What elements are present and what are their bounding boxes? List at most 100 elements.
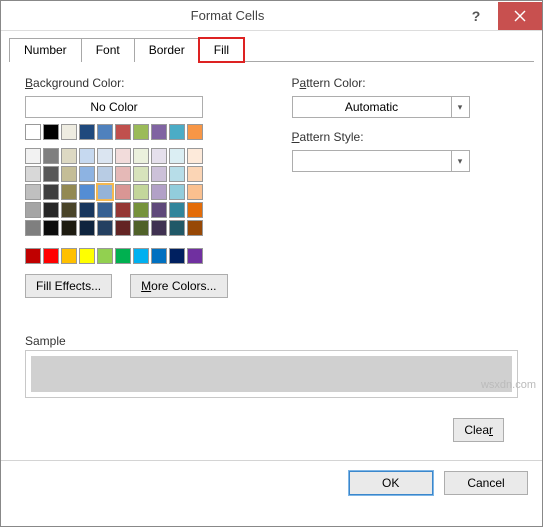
color-swatch[interactable] [61,148,77,164]
pattern-color-dropdown[interactable]: Automatic ▾ [292,96,470,118]
tab-border[interactable]: Border [134,38,200,62]
tab-fill[interactable]: Fill [199,38,244,62]
color-swatch[interactable] [151,202,167,218]
color-swatch[interactable] [61,220,77,236]
color-swatch[interactable] [151,124,167,140]
color-swatch[interactable] [43,184,59,200]
color-swatch[interactable] [169,124,185,140]
content-area: Number Font Border Fill Background Backg… [1,31,542,452]
color-swatch[interactable] [151,248,167,264]
more-colors-button[interactable]: More ColorsMore Colors...... [130,274,227,298]
color-swatch[interactable] [79,166,95,182]
color-swatch[interactable] [61,166,77,182]
color-swatch[interactable] [25,248,41,264]
color-swatch[interactable] [43,220,59,236]
theme-color-grid [25,124,228,264]
color-swatch[interactable] [169,220,185,236]
close-button[interactable] [498,2,542,30]
color-swatch[interactable] [151,220,167,236]
dialog-window: Format Cells ? Number Font Border Fill B… [0,0,543,527]
color-swatch[interactable] [97,124,113,140]
color-swatch[interactable] [187,202,203,218]
color-swatch[interactable] [97,202,113,218]
color-swatch[interactable] [97,184,113,200]
color-swatch[interactable] [169,148,185,164]
clear-button[interactable]: ClearClear [453,418,504,442]
color-swatch[interactable] [115,166,131,182]
color-swatch[interactable] [151,184,167,200]
color-swatch[interactable] [43,248,59,264]
color-swatch[interactable] [25,148,41,164]
color-swatch[interactable] [133,184,149,200]
color-swatch[interactable] [25,220,41,236]
color-swatch[interactable] [43,124,59,140]
color-swatch[interactable] [115,248,131,264]
titlebar: Format Cells ? [1,1,542,31]
background-color-section: Background Background Color:Color: No Co… [25,76,228,298]
color-swatch[interactable] [133,166,149,182]
color-swatch[interactable] [115,202,131,218]
color-swatch[interactable] [151,148,167,164]
color-swatch[interactable] [169,166,185,182]
color-swatch[interactable] [187,184,203,200]
color-swatch[interactable] [187,148,203,164]
color-swatch[interactable] [133,202,149,218]
tab-font[interactable]: Font [81,38,135,62]
color-swatch[interactable] [25,202,41,218]
color-swatch[interactable] [79,220,95,236]
color-swatch[interactable] [169,184,185,200]
ok-button[interactable]: OK [349,471,433,495]
color-swatch[interactable] [115,184,131,200]
color-swatch[interactable] [187,220,203,236]
color-swatch[interactable] [25,166,41,182]
color-swatch[interactable] [61,202,77,218]
color-swatch[interactable] [43,166,59,182]
color-swatch[interactable] [133,124,149,140]
color-swatch[interactable] [25,124,41,140]
pattern-section: Pattern Color:Pattern Color: Automatic ▾… [292,76,470,298]
color-swatch[interactable] [115,220,131,236]
sample-label: Sample [25,334,518,348]
color-swatch[interactable] [43,202,59,218]
color-swatch[interactable] [79,184,95,200]
color-swatch[interactable] [115,148,131,164]
color-swatch[interactable] [97,220,113,236]
color-swatch[interactable] [61,248,77,264]
color-swatch[interactable] [133,220,149,236]
sample-preview [25,350,518,398]
color-swatch[interactable] [79,202,95,218]
color-swatch[interactable] [25,184,41,200]
color-swatch[interactable] [61,184,77,200]
cancel-button[interactable]: Cancel [444,471,528,495]
color-swatch[interactable] [97,248,113,264]
sample-section: Sample [25,334,518,398]
color-swatch[interactable] [43,148,59,164]
pattern-style-dropdown[interactable]: ▾ [292,150,470,172]
color-swatch[interactable] [61,124,77,140]
color-swatch[interactable] [133,148,149,164]
color-swatch[interactable] [79,124,95,140]
tab-strip: Number Font Border Fill [9,37,534,62]
dialog-footer: OK Cancel [1,460,542,505]
color-swatch[interactable] [97,148,113,164]
color-swatch[interactable] [187,166,203,182]
help-button[interactable]: ? [454,2,498,30]
background-color-label: Background Background Color:Color: [25,76,228,90]
chevron-down-icon: ▾ [451,151,469,171]
pattern-color-label: Pattern Color:Pattern Color: [292,76,470,90]
color-swatch[interactable] [169,202,185,218]
color-swatch[interactable] [97,166,113,182]
color-swatch[interactable] [79,248,95,264]
pattern-color-value: Automatic [293,100,451,114]
color-swatch[interactable] [79,148,95,164]
no-color-button[interactable]: No Color [25,96,203,118]
color-swatch[interactable] [115,124,131,140]
color-swatch[interactable] [187,248,203,264]
color-swatch[interactable] [169,248,185,264]
window-title: Format Cells [1,8,454,23]
color-swatch[interactable] [151,166,167,182]
tab-number[interactable]: Number [9,38,82,62]
color-swatch[interactable] [133,248,149,264]
color-swatch[interactable] [187,124,203,140]
fill-effects-button[interactable]: Fill EffectsFill Effects...... [25,274,112,298]
